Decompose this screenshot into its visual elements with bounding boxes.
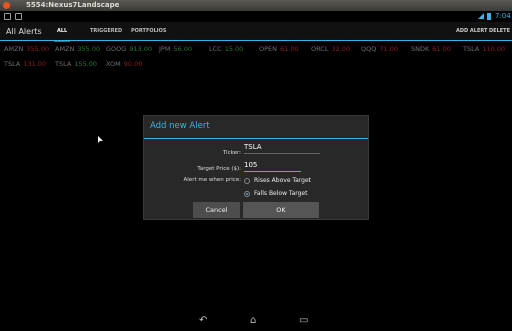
dialog-title: Add new Alert	[150, 121, 210, 131]
add-alert-dialog: Add new Alert Ticker: TSLA Target Price …	[143, 115, 369, 220]
status-bar: 7:04	[0, 11, 512, 22]
tab-portfolios[interactable]: PORTFOLIOS	[131, 28, 167, 34]
window-titlebar: 5554:Nexus7Landscape	[0, 0, 512, 11]
window-title: 5554:Nexus7Landscape	[26, 1, 120, 9]
navigation-bar: ↶ ⌂ ▭	[0, 311, 512, 331]
ticker-label: Ticker:	[222, 150, 241, 156]
target-price-label: Target Price ($):	[197, 166, 241, 172]
action-bar: All Alerts ALL TRIGGERED PORTFOLIOS ADD …	[0, 22, 512, 42]
radio-rises-label: Rises Above Target	[254, 177, 311, 184]
delete-button[interactable]: DELETE	[489, 28, 510, 34]
dialog-divider	[144, 138, 368, 139]
recent-apps-icon[interactable]: ▭	[299, 316, 308, 326]
notification-icon	[4, 13, 11, 20]
signal-icon	[478, 13, 484, 19]
ticker-input[interactable]: TSLA	[244, 143, 320, 154]
tab-all[interactable]: ALL	[53, 28, 71, 42]
back-icon[interactable]: ↶	[199, 316, 207, 326]
home-icon[interactable]: ⌂	[250, 316, 256, 326]
window-close-button[interactable]	[3, 2, 10, 9]
tab-triggered[interactable]: TRIGGERED	[90, 28, 122, 34]
radio-falls-label: Falls Below Target	[254, 190, 308, 197]
radio-falls-below[interactable]: Falls Below Target	[244, 190, 307, 197]
add-alert-button[interactable]: ADD ALERT	[456, 28, 487, 34]
battery-icon	[487, 13, 491, 20]
status-time: 7:04	[495, 12, 511, 20]
radio-checked-icon[interactable]	[244, 190, 250, 197]
ok-button[interactable]: OK	[243, 202, 319, 218]
alert-condition-label: Alert me when price:	[183, 177, 241, 183]
cancel-button[interactable]: Cancel	[193, 202, 240, 218]
notification-icon	[15, 13, 22, 20]
page-title: All Alerts	[6, 27, 42, 36]
radio-unchecked-icon[interactable]	[244, 177, 250, 184]
target-price-input[interactable]: 105	[244, 161, 301, 172]
radio-rises-above[interactable]: Rises Above Target	[244, 177, 311, 184]
